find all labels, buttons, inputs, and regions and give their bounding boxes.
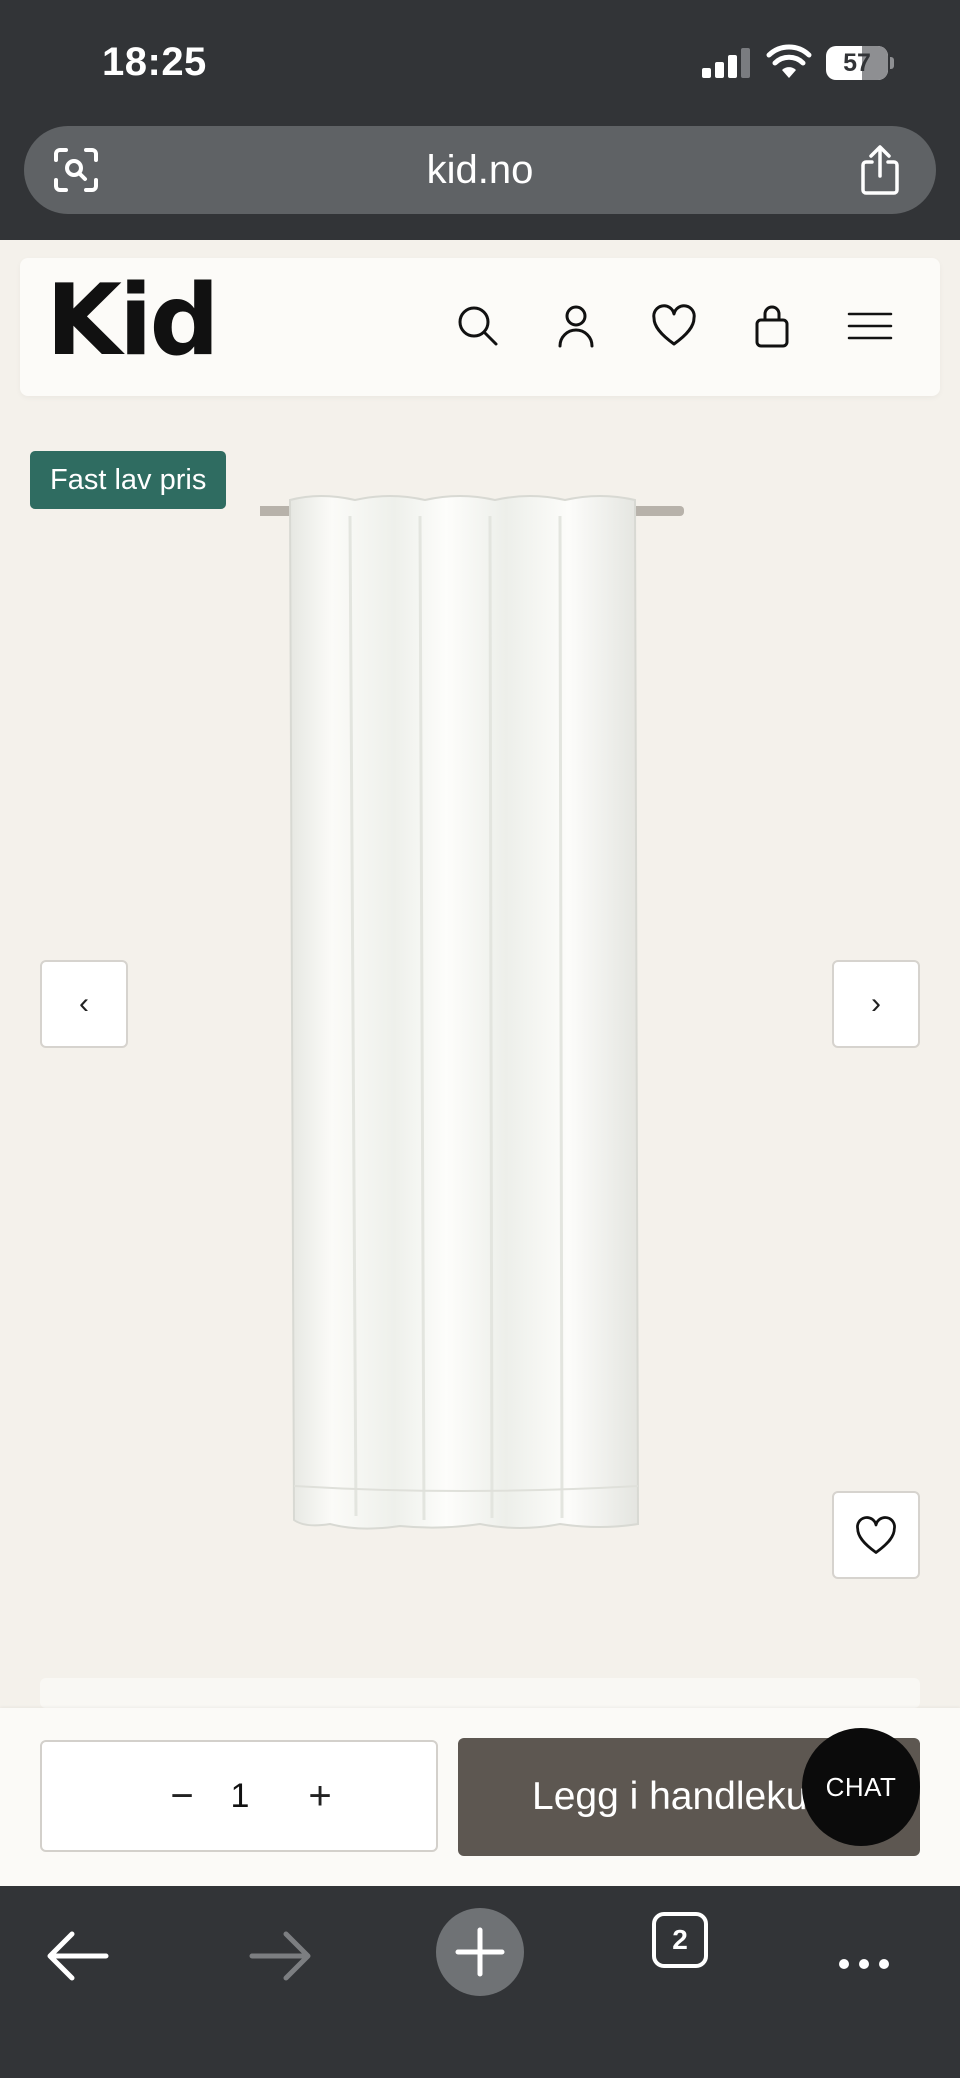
wifi-icon	[766, 44, 812, 78]
previous-image-button[interactable]: ‹	[40, 960, 128, 1048]
forward-arrow-icon[interactable]	[236, 1912, 324, 2000]
product-image-curtain[interactable]	[260, 456, 740, 1566]
price-badge: Fast lav pris	[30, 451, 227, 509]
increase-quantity-button[interactable]: +	[280, 1742, 360, 1850]
url-text: kid.no	[426, 148, 534, 192]
shopping-bag-icon[interactable]	[748, 302, 796, 350]
more-options-icon[interactable]	[820, 1912, 908, 2000]
product-info-card	[40, 1678, 920, 1708]
plus-icon	[455, 1927, 505, 1977]
quantity-value[interactable]: 1	[220, 1742, 260, 1850]
address-bar[interactable]: kid.no	[24, 126, 936, 214]
status-time: 18:25	[102, 40, 207, 84]
battery-icon: 57	[826, 46, 894, 80]
site-header: Kid	[20, 258, 940, 396]
heart-icon	[856, 1516, 896, 1554]
tabs-button[interactable]: 2	[652, 1912, 708, 1968]
decrease-quantity-button[interactable]: −	[142, 1742, 222, 1850]
cellular-signal-icon	[702, 48, 750, 78]
battery-level: 57	[843, 49, 871, 77]
heart-icon[interactable]	[650, 302, 698, 350]
browser-top-bar: 18:25 57 kid.no	[0, 0, 960, 240]
kid-logo[interactable]: Kid	[46, 272, 220, 370]
browser-bottom-toolbar: 2	[0, 1886, 960, 2078]
back-arrow-icon[interactable]	[34, 1912, 122, 2000]
next-image-button[interactable]: ›	[832, 960, 920, 1048]
menu-icon[interactable]	[846, 302, 894, 350]
chat-button[interactable]: CHAT	[802, 1728, 920, 1846]
share-icon[interactable]	[858, 144, 902, 196]
search-icon[interactable]	[454, 302, 502, 350]
account-icon[interactable]	[552, 302, 600, 350]
quantity-stepper: − 1 +	[40, 1740, 438, 1852]
add-to-wishlist-button[interactable]	[832, 1491, 920, 1579]
new-tab-button[interactable]	[436, 1908, 524, 1996]
